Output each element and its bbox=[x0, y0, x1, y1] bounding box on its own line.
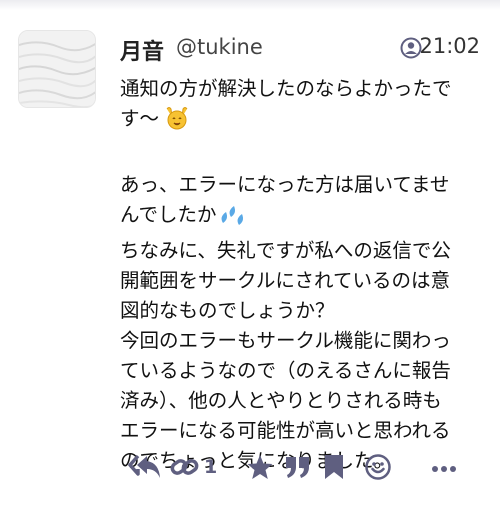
more-button[interactable] bbox=[430, 450, 458, 484]
star-icon bbox=[246, 453, 274, 481]
more-icon bbox=[430, 453, 458, 481]
emoji-reaction-button[interactable] bbox=[364, 450, 392, 484]
content-line: 通知の方が解決したのならよかったで bbox=[120, 77, 452, 100]
status-content: 通知の方が解決したのならよかったで す〜 あっ、エラーになった方は届いてませ ん… bbox=[120, 74, 482, 476]
author-handle[interactable]: @tukine bbox=[176, 35, 263, 59]
content-line: んでしたか bbox=[120, 200, 482, 236]
content-line: 開範囲をサークルにされているのは意 bbox=[120, 269, 450, 292]
content-text: す〜 bbox=[120, 107, 160, 130]
content-line: 済み）、他の人とやりとりされる時も bbox=[120, 389, 442, 412]
action-bar: 1 bbox=[128, 450, 468, 484]
reply-count: 1 bbox=[204, 456, 218, 478]
status-time[interactable]: 21:02 bbox=[419, 34, 480, 58]
top-divider bbox=[0, 0, 500, 10]
content-line: あっ、エラーになった方は届いてませ bbox=[120, 173, 450, 196]
copy-link-button[interactable]: 1 bbox=[170, 450, 217, 484]
content-line: す〜 bbox=[120, 104, 482, 140]
reply-button[interactable] bbox=[128, 450, 162, 484]
reply-all-icon bbox=[128, 453, 162, 481]
content-line: ちなみに、失礼ですが私への返信で公 bbox=[120, 239, 451, 262]
emoji-react-icon bbox=[364, 453, 392, 481]
content-line: 今回のエラーもサークル機能に関わっ bbox=[120, 329, 451, 352]
bookmark-button[interactable] bbox=[322, 450, 346, 484]
quote-button[interactable] bbox=[284, 450, 312, 484]
status-header: 月音 @tukine 21:02 bbox=[120, 34, 480, 68]
link-icon bbox=[170, 453, 200, 481]
raising-hands-emoji-icon bbox=[165, 105, 189, 140]
sweat-droplets-emoji-icon bbox=[217, 203, 247, 236]
content-text: んでしたか bbox=[120, 203, 217, 226]
bookmark-icon bbox=[322, 453, 346, 481]
author-display-name[interactable]: 月音 bbox=[120, 34, 164, 66]
content-line: ているようなので（のえるさんに報告 bbox=[120, 359, 451, 382]
avatar[interactable] bbox=[18, 30, 96, 108]
content-line: 図的なものでしょうか？ bbox=[120, 299, 335, 322]
content-line: エラーになる可能性が高いと思われる bbox=[120, 419, 451, 442]
quote-icon bbox=[284, 453, 312, 481]
favourite-button[interactable] bbox=[246, 450, 274, 484]
